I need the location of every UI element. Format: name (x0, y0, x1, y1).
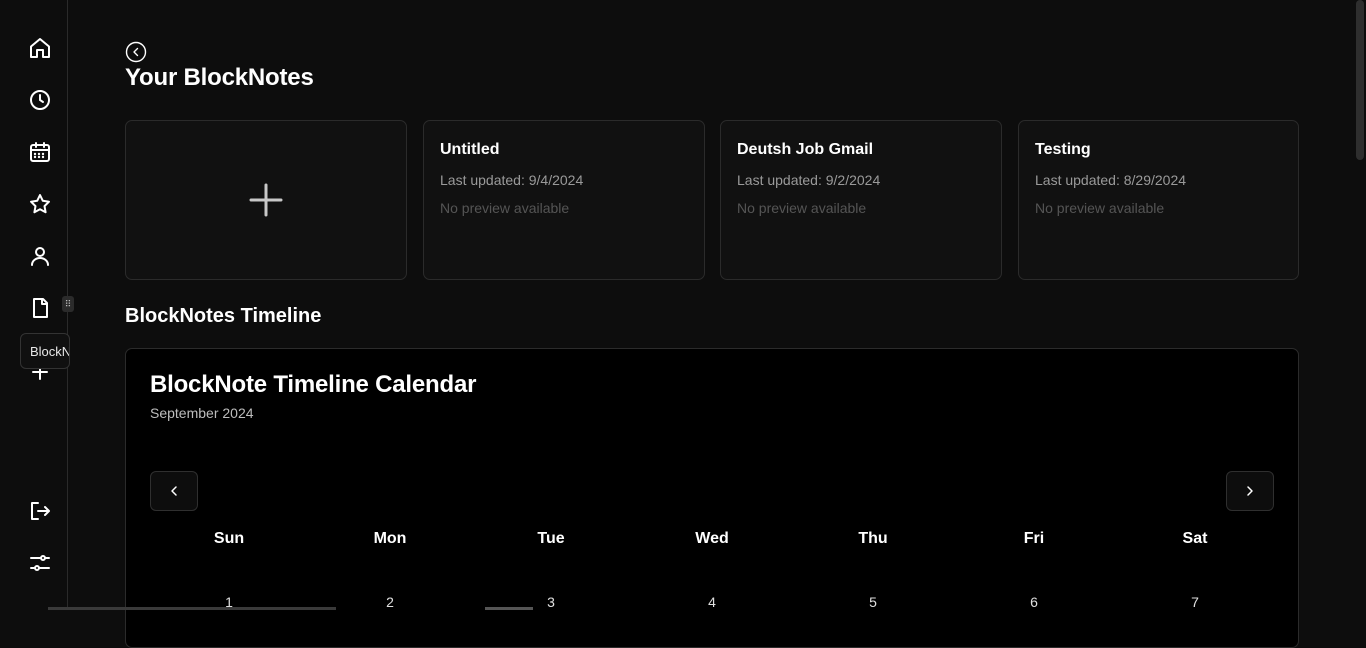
document-icon (28, 296, 52, 320)
calendar-day[interactable]: 7 (1175, 594, 1215, 610)
sidebar: BlockNotes (0, 0, 68, 610)
recent-button[interactable] (22, 82, 58, 118)
calendar-title: BlockNote Timeline Calendar (150, 371, 476, 399)
note-card[interactable]: Testing Last updated: 8/29/2024 No previ… (1018, 120, 1299, 280)
logout-button[interactable] (22, 493, 58, 529)
calendar-day[interactable]: 3 (531, 594, 571, 610)
favorites-button[interactable] (22, 186, 58, 222)
blocknotes-tooltip: BlockNotes (20, 333, 70, 369)
note-card[interactable]: Untitled Last updated: 9/4/2024 No previ… (423, 120, 705, 280)
calendar-day[interactable]: 2 (370, 594, 410, 610)
calendar-month: September 2024 (150, 405, 254, 421)
logout-icon (28, 499, 52, 523)
clock-icon (28, 88, 52, 112)
calendar-icon (28, 140, 52, 164)
plus-icon (248, 182, 284, 218)
note-preview: No preview available (1035, 200, 1164, 216)
profile-button[interactable] (22, 238, 58, 274)
note-title: Untitled (440, 141, 500, 159)
chevron-right-icon (1243, 484, 1257, 498)
chevron-left-icon (167, 484, 181, 498)
previous-month-button[interactable] (150, 471, 198, 511)
back-button[interactable] (125, 41, 147, 63)
sidebar-resize-handle[interactable]: ⠿ (62, 296, 74, 312)
note-preview: No preview available (440, 200, 569, 216)
note-card[interactable]: Deutsh Job Gmail Last updated: 9/2/2024 … (720, 120, 1002, 280)
weekday-label: Fri (994, 530, 1074, 548)
weekday-label: Wed (672, 530, 752, 548)
home-button[interactable] (22, 30, 58, 66)
calendar-day[interactable]: 4 (692, 594, 732, 610)
note-title: Deutsh Job Gmail (737, 141, 873, 159)
main-content: Your BlockNotes Untitled Last updated: 9… (69, 0, 1354, 610)
calendar-day[interactable]: 6 (1014, 594, 1054, 610)
calendar-day[interactable]: 5 (853, 594, 893, 610)
vertical-scrollbar[interactable] (1356, 0, 1364, 160)
back-arrow-icon (125, 41, 147, 63)
note-updated: Last updated: 9/2/2024 (737, 172, 880, 188)
add-note-card[interactable] (125, 120, 407, 280)
note-updated: Last updated: 9/4/2024 (440, 172, 583, 188)
next-month-button[interactable] (1226, 471, 1274, 511)
calendar-button[interactable] (22, 134, 58, 170)
note-updated: Last updated: 8/29/2024 (1035, 172, 1186, 188)
user-icon (28, 244, 52, 268)
star-icon (28, 192, 52, 216)
sliders-icon (28, 551, 52, 575)
blocknotes-button[interactable] (22, 290, 58, 326)
settings-button[interactable] (22, 545, 58, 581)
page-title: Your BlockNotes (125, 64, 314, 92)
home-icon (28, 36, 52, 60)
weekday-label: Sat (1155, 530, 1235, 548)
timeline-section-title: BlockNotes Timeline (125, 305, 321, 328)
weekday-label: Tue (511, 530, 591, 548)
timeline-calendar: BlockNote Timeline Calendar September 20… (125, 348, 1299, 648)
weekday-label: Sun (189, 530, 269, 548)
weekday-label: Thu (833, 530, 913, 548)
weekday-label: Mon (350, 530, 430, 548)
note-preview: No preview available (737, 200, 866, 216)
note-title: Testing (1035, 141, 1091, 159)
